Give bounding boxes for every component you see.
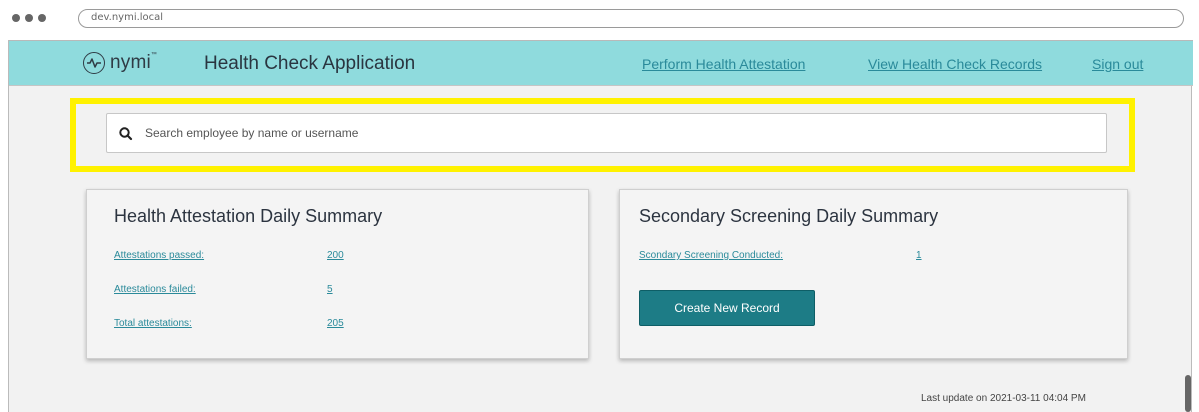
search-icon <box>118 126 134 142</box>
minimize-window-dot[interactable] <box>25 14 33 22</box>
search-input[interactable] <box>145 114 1085 152</box>
last-update-timestamp: Last update on 2021-03-11 04:04 PM <box>921 393 1086 404</box>
nav-sign-out[interactable]: Sign out <box>1092 56 1143 72</box>
nymi-logo[interactable]: nymi™ <box>83 52 157 74</box>
close-window-dot[interactable] <box>12 14 20 22</box>
logo-wordmark: nymi™ <box>110 52 158 73</box>
address-bar[interactable]: dev.nymi.local <box>78 9 1184 28</box>
address-bar-url: dev.nymi.local <box>91 12 164 23</box>
secondary-summary-title: Secondary Screening Daily Summary <box>639 206 939 226</box>
scrollbar-thumb[interactable] <box>1185 375 1191 412</box>
attestations-failed-label[interactable]: Attestations failed: <box>114 284 196 295</box>
health-attestation-summary-card: Health Attestation Daily Summary Attesta… <box>86 189 589 359</box>
window-controls <box>12 14 46 22</box>
attestations-passed-label[interactable]: Attestations passed: <box>114 250 204 261</box>
health-summary-title: Health Attestation Daily Summary <box>114 206 383 226</box>
attestations-failed-value[interactable]: 5 <box>327 284 333 295</box>
secondary-screening-conducted-value[interactable]: 1 <box>916 250 922 261</box>
secondary-screening-summary-card: Secondary Screening Daily Summary Sconda… <box>619 189 1128 359</box>
app-title: Health Check Application <box>204 53 416 74</box>
search-bar[interactable] <box>106 113 1107 153</box>
attestations-passed-value[interactable]: 200 <box>327 250 344 261</box>
app-window: nymi™ Health Check Application Perform H… <box>8 40 1193 412</box>
total-attestations-label[interactable]: Total attestations: <box>114 318 192 329</box>
nav-perform-health-attestation[interactable]: Perform Health Attestation <box>642 56 805 72</box>
nav-view-health-check-records[interactable]: View Health Check Records <box>868 56 1042 72</box>
create-new-record-button[interactable]: Create New Record <box>639 290 815 326</box>
secondary-screening-conducted-label[interactable]: Scondary Screening Conducted: <box>639 250 783 261</box>
browser-chrome: dev.nymi.local <box>0 0 1199 40</box>
pulse-icon <box>83 52 105 74</box>
maximize-window-dot[interactable] <box>38 14 46 22</box>
app-header: nymi™ Health Check Application Perform H… <box>9 40 1193 86</box>
total-attestations-value[interactable]: 205 <box>327 318 344 329</box>
